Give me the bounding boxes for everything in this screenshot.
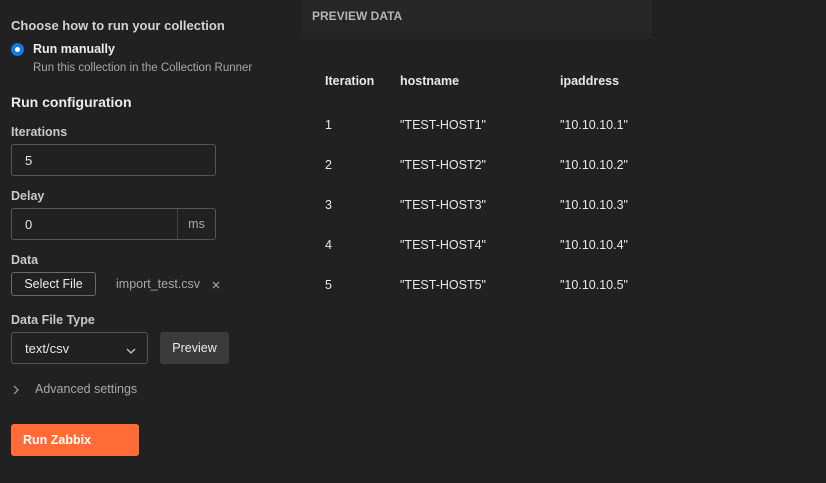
iteration-cell: 5 [325,278,332,292]
ipaddress-cell: "10.10.10.5" [560,278,628,292]
close-icon[interactable] [210,278,222,290]
table-row: 4 "TEST-HOST4" "10.10.10.4" [325,238,645,258]
chevron-right-icon [11,383,21,395]
delay-label: Delay [11,189,45,203]
delay-value: 0 [25,216,33,232]
data-label: Data [11,253,39,267]
hostname-cell: "TEST-HOST5" [400,278,486,292]
table-row: 2 "TEST-HOST2" "10.10.10.2" [325,158,645,178]
select-file-button[interactable]: Select File [11,272,96,296]
advanced-settings-label: Advanced settings [35,382,138,396]
ipaddress-cell: "10.10.10.3" [560,198,628,212]
ipaddress-cell: "10.10.10.4" [560,238,628,252]
hostname-cell: "TEST-HOST2" [400,158,486,172]
delay-unit: ms [177,209,215,239]
run-manually-option[interactable]: Run manually [33,42,115,56]
ipaddress-cell: "10.10.10.2" [560,158,628,172]
table-row: 5 "TEST-HOST5" "10.10.10.5" [325,278,645,298]
iteration-cell: 2 [325,158,332,172]
data-file-type-value: text/csv [25,340,70,356]
iterations-label: Iterations [11,125,68,139]
hostname-cell: "TEST-HOST3" [400,198,486,212]
preview-data-title: PREVIEW DATA [312,9,403,23]
iteration-cell: 3 [325,198,332,212]
iterations-value: 5 [25,152,33,168]
preview-data-header: PREVIEW DATA [303,0,652,39]
radio-selected-icon[interactable] [11,43,24,56]
chevron-down-icon [125,344,137,354]
column-header-hostname: hostname [400,74,460,88]
iteration-cell: 1 [325,118,332,132]
radio-dot [15,47,20,52]
run-mode-heading: Choose how to run your collection [11,18,225,33]
preview-button[interactable]: Preview [160,332,229,364]
column-header-ipaddress: ipaddress [560,74,620,88]
run-configuration-heading: Run configuration [11,94,132,110]
ipaddress-cell: "10.10.10.1" [560,118,628,132]
hostname-cell: "TEST-HOST1" [400,118,486,132]
data-file-type-label: Data File Type [11,313,95,327]
hostname-cell: "TEST-HOST4" [400,238,486,252]
advanced-settings-toggle[interactable]: Advanced settings [11,382,137,396]
table-row: 1 "TEST-HOST1" "10.10.10.1" [325,118,645,138]
iterations-input[interactable]: 5 [11,144,216,176]
selected-file-name: import_test.csv [116,277,201,291]
run-collection-button[interactable]: Run Zabbix [11,424,139,456]
column-header-iteration: Iteration [325,74,375,88]
iteration-cell: 4 [325,238,332,252]
data-file-type-select[interactable]: text/csv [11,332,148,364]
delay-input[interactable]: 0 ms [11,208,216,240]
run-manually-description: Run this collection in the Collection Ru… [33,62,253,74]
table-row: 3 "TEST-HOST3" "10.10.10.3" [325,198,645,218]
